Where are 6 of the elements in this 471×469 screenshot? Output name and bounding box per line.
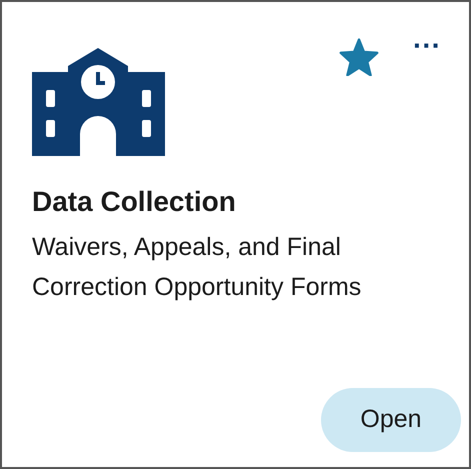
- star-button[interactable]: [339, 38, 380, 76]
- more-options-button[interactable]: ···: [413, 32, 441, 60]
- card-title: Data Collection: [32, 185, 237, 219]
- school-building-icon: [32, 46, 165, 156]
- open-button[interactable]: Open: [321, 388, 461, 452]
- card-description: Waivers, Appeals, and Final Correction Opportunity Forms: [32, 232, 362, 303]
